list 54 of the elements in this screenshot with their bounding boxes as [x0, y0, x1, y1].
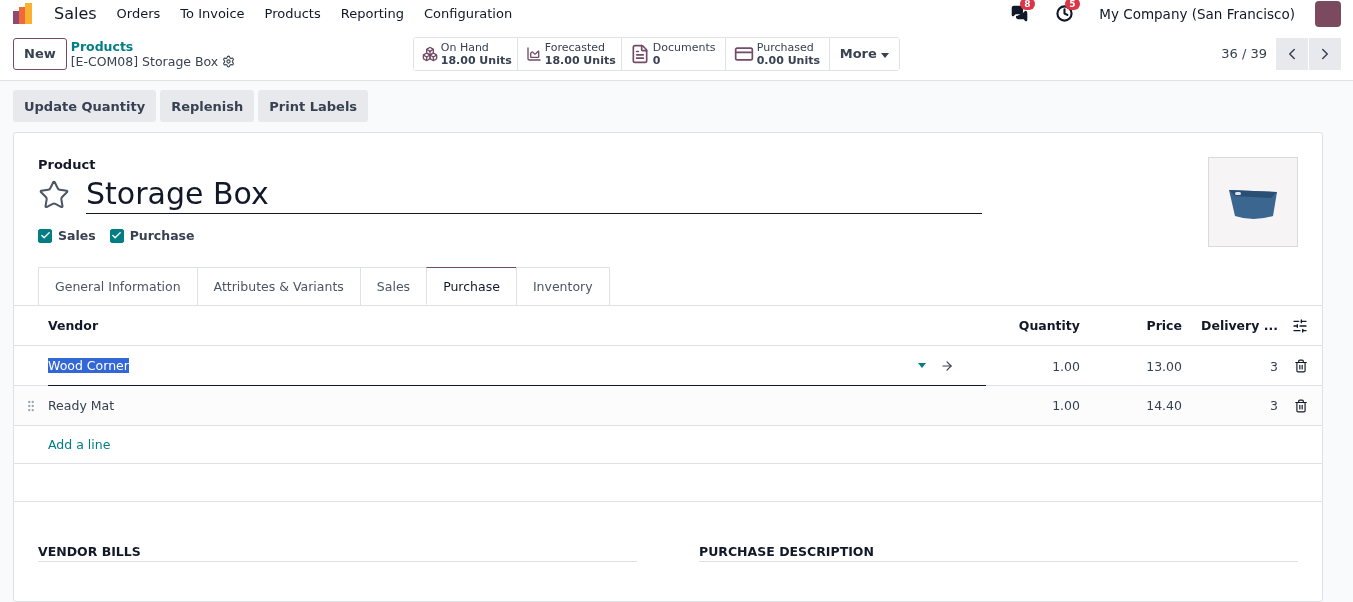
company-switcher[interactable]: My Company (San Francisco) [1099, 5, 1295, 22]
breadcrumb-link[interactable]: Products [70, 38, 411, 54]
record-title: [E-COM08] Storage Box [70, 53, 219, 69]
action-button[interactable]: Update Quantity [13, 90, 157, 122]
section-title: VENDOR BILLS [38, 544, 637, 562]
column-header[interactable]: Vendor [48, 318, 99, 333]
add-line-link[interactable]: Add a line [14, 426, 1322, 464]
pager-counter: 36 / 39 [1221, 46, 1267, 62]
trash-icon[interactable] [1294, 359, 1308, 373]
new-button[interactable]: New [13, 37, 67, 70]
clock-icon[interactable] [1056, 5, 1074, 23]
chat-icon[interactable] [1011, 5, 1029, 23]
action-button[interactable]: Print Labels [258, 90, 369, 122]
table-cell: 3 [1270, 358, 1278, 374]
form-tab[interactable]: General Information [38, 267, 198, 305]
form-tab[interactable]: Inventory [515, 267, 610, 305]
arrow-right-icon[interactable] [940, 358, 954, 373]
action-button[interactable]: Replenish [160, 90, 255, 122]
table-cell: 13.00 [1146, 358, 1182, 374]
column-header[interactable]: Delivery ... [1201, 318, 1278, 333]
vendor-input[interactable]: Wood Corner [48, 358, 129, 373]
menu-item[interactable]: Products [264, 6, 321, 22]
menu-item[interactable]: Configuration [423, 6, 513, 22]
app-logo[interactable] [12, 2, 34, 25]
product-name-field[interactable]: Storage Box [86, 176, 982, 214]
table-cell: 1.00 [1052, 358, 1080, 374]
caret-icon [881, 53, 890, 59]
section-title: PURCHASE DESCRIPTION [699, 544, 1298, 562]
menu-item[interactable]: To Invoice [180, 6, 245, 22]
checkbox-label: Sales [58, 228, 96, 243]
dropdown-caret-icon[interactable] [918, 363, 926, 368]
menu-item[interactable]: Orders [116, 6, 161, 22]
checkbox[interactable] [109, 228, 124, 243]
column-header[interactable]: Quantity [1018, 318, 1080, 333]
user-avatar[interactable] [1315, 0, 1341, 27]
stat-button[interactable]: On Hand 18.00 Units [413, 37, 518, 70]
checkbox[interactable] [38, 228, 52, 243]
product-image[interactable] [1208, 157, 1298, 247]
table-cell: 1.00 [1052, 398, 1080, 413]
column-header[interactable]: Price [1146, 318, 1182, 333]
menu-item[interactable]: Reporting [340, 6, 404, 22]
table-cell: 3 [1270, 398, 1278, 413]
checkbox-label: Purchase [129, 228, 195, 243]
star-icon[interactable] [38, 179, 70, 211]
table-cell: Ready Mat [48, 398, 115, 413]
form-tab[interactable]: Purchase [426, 267, 517, 305]
count-badge: 5 [1065, 0, 1080, 11]
trash-icon[interactable] [1294, 398, 1308, 413]
column-settings-icon[interactable] [1292, 317, 1308, 334]
field-label: Product [38, 157, 97, 172]
count-badge: 8 [1020, 0, 1035, 11]
table-cell: 14.40 [1146, 398, 1182, 413]
settings-icon[interactable] [222, 54, 236, 68]
app-name[interactable]: Sales [54, 4, 97, 24]
